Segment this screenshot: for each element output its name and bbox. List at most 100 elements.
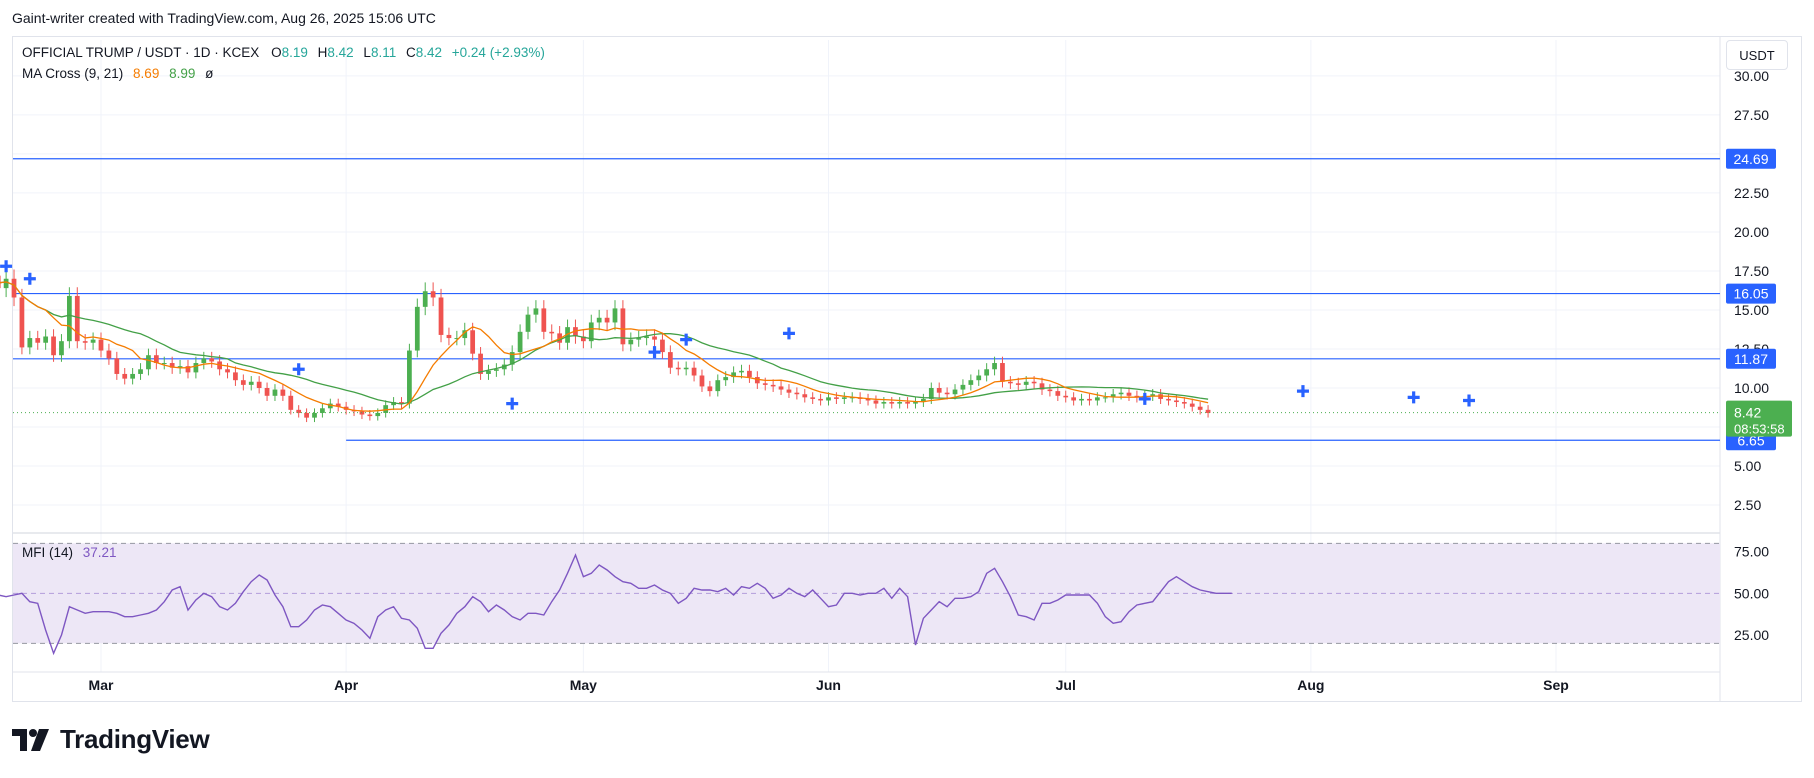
candle-body (612, 308, 618, 323)
candle-body (486, 370, 491, 374)
x-tick-label: May (570, 677, 597, 693)
candle-body (818, 398, 823, 401)
ma-slow-line (0, 281, 1209, 405)
y-tick-label: 10.00 (1734, 380, 1769, 396)
candle-body (525, 314, 531, 332)
mfi-legend[interactable]: MFI (14) 37.21 (22, 545, 117, 560)
candle-body (1047, 389, 1053, 392)
level-price-label: 16.05 (1733, 286, 1768, 302)
candle-body (233, 372, 238, 381)
y-tick-label: 17.50 (1734, 263, 1769, 279)
candle-body (1181, 402, 1187, 404)
ma-cross-marker (0, 260, 13, 273)
candle-body (826, 397, 831, 401)
candle-body (367, 414, 373, 417)
candle-body (122, 373, 128, 379)
candle-body (905, 402, 910, 404)
currency-unit-button[interactable]: USDT (1726, 40, 1788, 70)
candle-body (770, 384, 776, 387)
price-chart[interactable]: Mar Apr May Jun Jul Aug Sep 30.00 27.50 25.00 22.5… (0, 0, 1814, 702)
ma-cross-marker (782, 327, 795, 340)
candle-body (762, 383, 768, 385)
candle-body (778, 386, 784, 390)
ma-cross-marker (1296, 385, 1309, 398)
candle-body (794, 392, 800, 395)
x-tick-label: Apr (334, 677, 359, 693)
candle-body (138, 369, 143, 374)
open-value: 8.19 (281, 45, 308, 60)
candle-body (19, 297, 25, 348)
symbol-legend[interactable]: OFFICIAL TRUMP / USDT · 1D · KCEX O8.19 … (22, 45, 545, 60)
ma-cross-marker (1138, 392, 1151, 405)
ma-cross-marker (1463, 394, 1476, 407)
ma-cross-marker (648, 346, 661, 359)
candle-body (35, 338, 41, 343)
candle-body (98, 339, 104, 351)
candle-body (747, 370, 752, 378)
candle-body (43, 336, 49, 343)
candle-body (992, 363, 997, 370)
candle-body (1102, 397, 1108, 399)
candle-body (652, 336, 657, 340)
candle-body (304, 412, 309, 418)
candle-body (1023, 381, 1029, 385)
candle-body (968, 380, 974, 385)
candle-body (620, 308, 626, 345)
candle-body (841, 397, 847, 399)
candle-body (739, 370, 744, 373)
ma-visibility-icon[interactable]: ø (205, 66, 213, 81)
level-price-label: 11.87 (1734, 351, 1768, 367)
candle-body (272, 389, 278, 396)
low-label: L (363, 45, 371, 60)
candle-body (264, 387, 270, 396)
candle-body (225, 369, 230, 373)
candle-body (660, 339, 665, 353)
candle-body (51, 336, 56, 356)
mfi-y-tick-label: 25.00 (1734, 627, 1769, 643)
mfi-value: 37.21 (82, 545, 117, 560)
candle-body (1031, 381, 1037, 384)
x-tick-label: Mar (89, 677, 114, 693)
candle-body (517, 331, 523, 353)
ma-legend[interactable]: MA Cross (9, 21) 8.69 8.99 ø (22, 66, 213, 81)
candle-body (604, 317, 610, 323)
candle-body (3, 278, 9, 289)
candle-body (1008, 381, 1013, 384)
candle-body (667, 352, 673, 368)
candle-body (1197, 406, 1203, 410)
last-price-label: 8.42 (1734, 405, 1761, 421)
high-label: H (317, 45, 328, 60)
candle-body (1166, 398, 1171, 401)
candle-body (984, 369, 990, 376)
candle-body (628, 339, 634, 345)
candle-body (0, 275, 1, 289)
candle-body (90, 339, 96, 343)
candle-body (209, 358, 215, 362)
candle-body (27, 338, 33, 348)
candle-body (1087, 398, 1092, 401)
footer-logo[interactable]: TradingView (12, 724, 210, 755)
candle-body (312, 412, 317, 418)
mfi-y-tick-label: 75.00 (1734, 544, 1769, 560)
candle-body (881, 402, 887, 404)
candle-body (256, 381, 262, 388)
candle-body (280, 389, 286, 396)
symbol-name: OFFICIAL TRUMP / USDT · 1D · KCEX (22, 45, 260, 60)
x-tick-label: Jun (816, 677, 841, 693)
candle-body (1094, 397, 1100, 401)
close-value: 8.42 (415, 45, 443, 60)
candle-body (375, 412, 381, 417)
candle-body (59, 341, 64, 356)
candle-body (130, 373, 136, 379)
candle-body (873, 400, 879, 404)
footer-brand: TradingView (60, 724, 210, 754)
candle-body (320, 408, 325, 413)
candle-body (1174, 400, 1179, 403)
candle-body (897, 402, 903, 404)
y-tick-label: 2.50 (1734, 497, 1761, 513)
candle-body (1189, 403, 1195, 407)
ma-cross-marker (23, 272, 36, 285)
mfi-label: MFI (14) (22, 545, 74, 560)
candle-body (960, 384, 966, 390)
level-price-label: 24.69 (1733, 151, 1768, 167)
